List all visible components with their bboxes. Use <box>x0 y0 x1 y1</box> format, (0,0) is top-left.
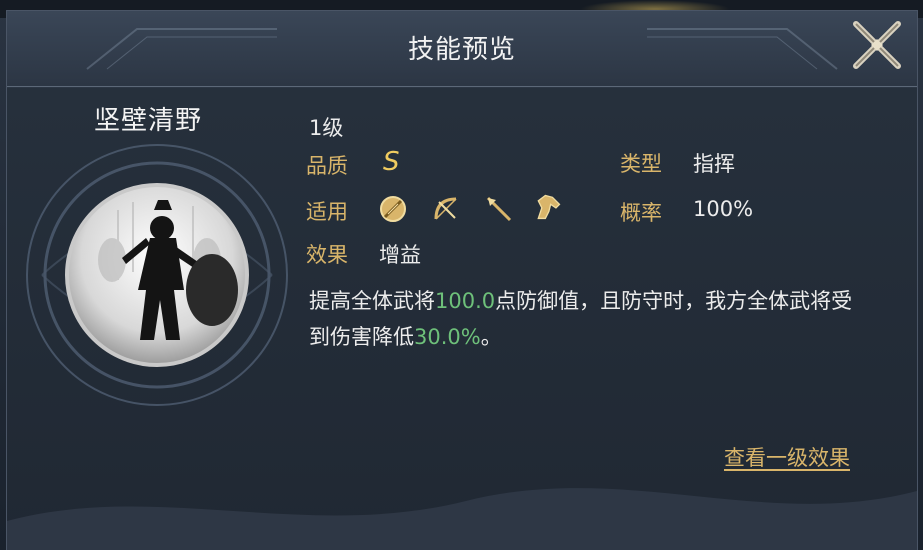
panel-header: 技能预览 <box>7 11 917 87</box>
chance-label: 概率 <box>620 201 662 225</box>
ink-brush-decoration <box>7 488 917 550</box>
skill-level: 1级 <box>309 116 344 140</box>
quality-label: 品质 <box>306 154 348 178</box>
close-icon[interactable] <box>846 14 908 76</box>
view-level-effect-link[interactable]: 查看一级效果 <box>724 442 850 472</box>
skill-name: 坚壁清野 <box>94 106 203 136</box>
page-title: 技能预览 <box>407 35 516 65</box>
type-label: 类型 <box>620 152 662 176</box>
chance-value: 100% <box>693 197 754 221</box>
shield-troop-icon <box>380 196 406 222</box>
skill-emblem-image <box>26 144 288 406</box>
type-value: 指挥 <box>693 152 735 176</box>
applies-label: 适用 <box>306 200 348 224</box>
effect-label: 效果 <box>306 243 348 267</box>
description-value-2: 30.0% <box>414 325 481 349</box>
effect-value: 增益 <box>379 243 421 267</box>
description-text-1: 提高全体武将 <box>309 289 435 313</box>
quality-grade: S <box>383 147 400 177</box>
skill-description: 提高全体武将100.0点防御值，且防守时，我方全体武将受到伤害降低30.0%。 <box>309 283 869 355</box>
description-value-1: 100.0 <box>435 289 496 313</box>
bow-troop-icon <box>434 197 457 220</box>
cavalry-troop-icon <box>537 194 561 220</box>
spear-troop-icon <box>486 196 512 222</box>
description-text-3: 。 <box>480 325 502 349</box>
skill-portrait <box>22 140 292 410</box>
